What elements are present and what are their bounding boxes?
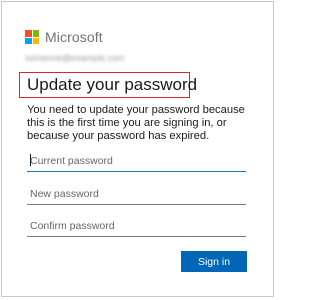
confirm-password-input[interactable] — [27, 215, 246, 237]
brand-name: Microsoft — [45, 29, 103, 45]
logo-square-yellow — [32, 37, 39, 44]
page-description: You need to update your password because… — [27, 104, 245, 142]
logo-square-green — [32, 30, 39, 37]
sign-in-button[interactable]: Sign in — [181, 251, 247, 272]
microsoft-logo-icon — [25, 30, 39, 44]
text-caret — [30, 154, 31, 166]
current-password-input[interactable] — [27, 150, 246, 172]
new-password-input[interactable] — [27, 183, 246, 205]
logo-square-blue — [25, 37, 32, 44]
page-title: Update your password — [27, 75, 198, 94]
logo-square-red — [25, 30, 32, 37]
account-email: someone@example.com — [25, 54, 125, 62]
microsoft-logo: Microsoft — [25, 29, 103, 45]
